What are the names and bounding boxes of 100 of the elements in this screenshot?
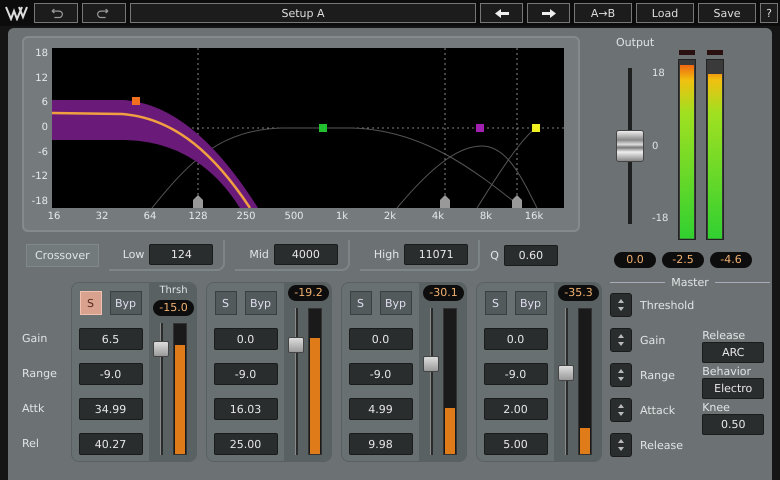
threshold-readout: -19.2 (288, 285, 329, 301)
y-axis-label: 12 (35, 72, 48, 85)
up-down-arrows-icon (617, 438, 625, 452)
parameter-field[interactable]: 2.00 (484, 398, 548, 420)
threshold-readout: -35.3 (558, 285, 599, 301)
crossover-label: Crossover (26, 244, 99, 266)
scale-label: -18 (652, 213, 668, 224)
master-parameter-label: Threshold (640, 298, 694, 312)
y-axis-label: 0 (42, 122, 48, 134)
y-axis-label: -6 (38, 146, 48, 159)
master-parameter-label: Attack (640, 404, 676, 416)
parameter-field[interactable]: -9.0 (214, 363, 278, 385)
up-down-arrows-icon (617, 333, 625, 347)
threshold-slider-thumb[interactable] (558, 364, 574, 381)
toolbar-button[interactable]: Load (636, 3, 694, 23)
parameter-field[interactable]: -9.0 (348, 363, 412, 385)
bypass-button[interactable]: Byp (380, 291, 412, 315)
output-label: Output (615, 36, 656, 50)
setting-field[interactable]: Electro (702, 378, 764, 399)
setting-label: Behavior (702, 365, 752, 378)
y-axis-label: -12 (32, 171, 48, 184)
up-down-arrows-icon (617, 403, 625, 417)
parameter-field[interactable]: -9.0 (484, 363, 548, 385)
undo-button[interactable] (34, 3, 78, 23)
stepper-button[interactable] (610, 433, 632, 457)
parameter-field[interactable]: 5.00 (484, 433, 548, 455)
crossover-field-label: Mid (249, 248, 269, 260)
meter-readout: -4.6 (710, 252, 752, 268)
master-parameter-label: Gain (640, 334, 666, 346)
bypass-button[interactable]: Byp (244, 291, 276, 315)
threshold-readout: -30.1 (423, 285, 464, 301)
crossover-field[interactable]: 11071 (404, 244, 468, 264)
threshold-readout: -15.0 (153, 300, 194, 316)
setting-field[interactable]: ARC (702, 342, 764, 363)
parameter-field[interactable]: 0.0 (484, 328, 548, 350)
threshold-slider-thumb[interactable] (153, 341, 169, 358)
crossover-field[interactable]: 124 (149, 244, 214, 264)
parameter-field[interactable]: 0.0 (348, 328, 412, 350)
solo-button[interactable]: S (484, 291, 506, 315)
crossover-handle[interactable] (440, 195, 450, 208)
stepper-button[interactable] (610, 363, 632, 387)
solo-button[interactable]: S (80, 291, 102, 315)
stepper-button[interactable] (610, 398, 632, 422)
bypass-button[interactable]: Byp (110, 291, 142, 315)
parameter-field[interactable]: 16.03 (214, 398, 278, 420)
crossover-field[interactable]: 4000 (274, 244, 338, 264)
x-axis-label: 4k (430, 211, 446, 224)
parameter-field[interactable]: 0.0 (214, 328, 278, 350)
bypass-button[interactable]: Byp (514, 291, 546, 315)
setting-field[interactable]: 0.50 (702, 414, 764, 435)
parameter-field[interactable]: 25.00 (214, 433, 278, 455)
x-axis-label: 2k (382, 211, 398, 224)
previous-button[interactable] (480, 3, 523, 23)
solo-button[interactable]: S (350, 291, 372, 315)
parameter-field[interactable]: 9.98 (348, 433, 412, 455)
scale-label: 0 (652, 140, 660, 152)
threshold-slider-thumb[interactable] (288, 336, 304, 353)
scale-label: 18 (652, 68, 666, 79)
toolbar-button[interactable]: ? (760, 3, 778, 23)
x-axis-label: 16k (524, 211, 544, 224)
x-axis-label: 1k (334, 211, 350, 224)
crossover-field-label: Low (122, 248, 144, 260)
peak-indicator (707, 50, 724, 55)
x-axis-label: 500 (283, 211, 305, 224)
crossover-field-label: Q (490, 248, 499, 262)
parameter-label: Range (22, 366, 58, 382)
threshold-label: Thrsh (159, 285, 188, 297)
crossover-handle[interactable] (512, 195, 522, 208)
meter-readout: -2.5 (662, 252, 704, 268)
x-axis-label: 8k (478, 211, 494, 224)
parameter-field[interactable]: 4.99 (348, 398, 412, 420)
parameter-label: Attk (22, 401, 46, 417)
up-down-arrows-icon (617, 368, 625, 382)
y-axis-label: 6 (42, 97, 48, 110)
parameter-field[interactable]: 6.5 (78, 328, 142, 350)
crossover-field[interactable]: 0.60 (504, 244, 558, 266)
stepper-button[interactable] (610, 328, 632, 352)
redo-button[interactable] (82, 3, 126, 23)
x-axis-label: 64 (142, 211, 158, 224)
threshold-slider-thumb[interactable] (423, 356, 439, 372)
parameter-field[interactable]: 40.27 (78, 433, 142, 455)
preset-name-field[interactable]: Setup A (130, 3, 476, 23)
logo-icon (4, 5, 30, 21)
parameter-field[interactable]: -9.0 (78, 363, 142, 385)
y-axis-label: 18 (35, 48, 48, 60)
setting-label: Knee (702, 401, 731, 414)
crossover-handle[interactable] (193, 195, 203, 208)
setting-label: Release (702, 329, 746, 342)
toolbar-button[interactable]: A→B (574, 3, 632, 23)
y-axis-label: -18 (32, 196, 48, 208)
next-button[interactable] (527, 3, 570, 23)
output-fader-thumb[interactable] (616, 130, 644, 162)
master-title: Master (671, 276, 709, 289)
parameter-field[interactable]: 34.99 (78, 398, 142, 420)
crossover-field-label: High (374, 248, 400, 260)
solo-button[interactable]: S (214, 291, 236, 315)
stepper-button[interactable] (610, 293, 632, 317)
toolbar-button[interactable]: Save (698, 3, 756, 23)
x-axis-label: 16 (46, 211, 62, 224)
left-arrow-icon (494, 8, 510, 18)
